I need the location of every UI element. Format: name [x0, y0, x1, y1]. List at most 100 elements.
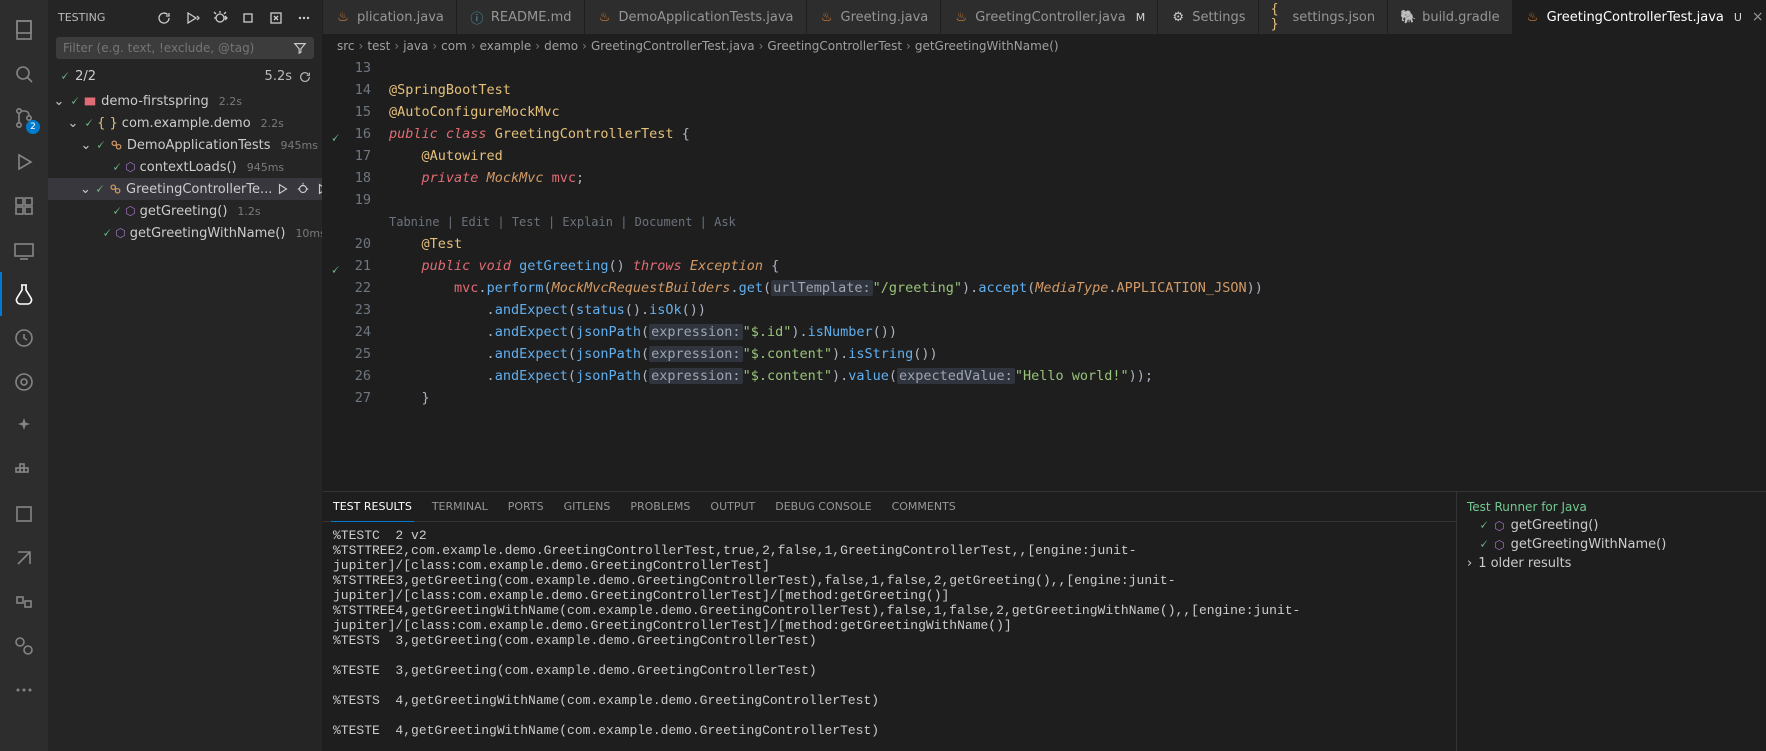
activity-scm-icon[interactable]: 2: [0, 96, 48, 140]
code-line[interactable]: private MockMvc mvc;: [389, 167, 1766, 189]
twistie-icon[interactable]: ⌄: [66, 116, 80, 131]
editor-tab[interactable]: ♨GreetingController.javaM: [941, 0, 1158, 34]
twistie-icon[interactable]: [94, 204, 108, 219]
breadcrumb-item[interactable]: com: [441, 39, 467, 53]
breadcrumb-item[interactable]: GreetingControllerTest: [767, 39, 902, 53]
test-filter[interactable]: [56, 37, 314, 59]
editor-tabs[interactable]: ♨plication.javaⓘREADME.md♨DemoApplicatio…: [323, 0, 1766, 35]
panel-tab[interactable]: TERMINAL: [430, 492, 490, 522]
breadcrumb-item[interactable]: src: [337, 39, 355, 53]
code-line[interactable]: public void getGreeting() throws Excepti…: [389, 255, 1766, 277]
editor-tab[interactable]: ♨GreetingControllerTest.javaU×: [1513, 0, 1766, 34]
code-editor[interactable]: 🗸🗸 13141516171819 2021222324252627 @Spri…: [323, 57, 1766, 491]
panel-tab[interactable]: PORTS: [506, 492, 546, 522]
filter-icon[interactable]: [287, 41, 313, 55]
refresh-icon[interactable]: [156, 10, 172, 26]
twistie-icon[interactable]: ⌄: [80, 138, 92, 153]
activity-docker-icon[interactable]: [0, 448, 48, 492]
older-results-label[interactable]: 1 older results: [1478, 556, 1571, 571]
test-tree-item[interactable]: ⌄🗸{ }com.example.demo2.2s: [48, 112, 322, 134]
activity-other-icon[interactable]: [0, 316, 48, 360]
panel-tab[interactable]: GITLENS: [562, 492, 613, 522]
more-icon[interactable]: [296, 10, 312, 26]
activity-extensions-icon[interactable]: [0, 184, 48, 228]
panel-tab[interactable]: OUTPUT: [708, 492, 757, 522]
twistie-icon[interactable]: ⌄: [80, 182, 91, 197]
activity-explorer-icon[interactable]: [0, 8, 48, 52]
codelens[interactable]: Tabnine | Edit | Test | Explain | Docume…: [389, 211, 1766, 233]
gutter-pass-icon[interactable]: 🗸: [330, 131, 339, 146]
code-line[interactable]: mvc.perform(MockMvcRequestBuilders.get(u…: [389, 277, 1766, 299]
editor-tab[interactable]: ⓘREADME.md: [457, 0, 585, 34]
rerun-icon[interactable]: [298, 70, 312, 84]
tree-item-time: 1.2s: [237, 205, 260, 218]
code-line[interactable]: [389, 189, 1766, 211]
twistie-icon[interactable]: [94, 160, 108, 175]
breadcrumb-item[interactable]: getGreetingWithName(): [915, 39, 1059, 53]
panel-tab[interactable]: COMMENTS: [890, 492, 958, 522]
panel-tabs[interactable]: TEST RESULTS TERMINAL PORTS GITLENS PROBLEMS…: [323, 492, 1456, 522]
activity-sparkle-icon[interactable]: [0, 404, 48, 448]
debug-icon[interactable]: [296, 182, 310, 196]
breadcrumb-item[interactable]: example: [480, 39, 532, 53]
activity-run-icon[interactable]: [0, 140, 48, 184]
close-icon[interactable]: ×: [1752, 9, 1764, 25]
runner-item-label[interactable]: getGreeting(): [1511, 518, 1599, 533]
editor-tab[interactable]: 🐘build.gradle: [1388, 0, 1513, 34]
stop-icon[interactable]: [240, 10, 256, 26]
test-results-output[interactable]: %TESTC 2 v2 %TSTTREE2,com.example.demo.G…: [323, 522, 1456, 751]
activity-search-icon[interactable]: [0, 52, 48, 96]
breadcrumb-item[interactable]: java: [403, 39, 428, 53]
activity-more-icon[interactable]: [0, 668, 48, 712]
twistie-icon[interactable]: [94, 226, 98, 241]
clear-icon[interactable]: [268, 10, 284, 26]
test-tree-item[interactable]: 🗸⬡contextLoads()945ms: [48, 156, 322, 178]
test-tree-item[interactable]: 🗸⬡getGreeting()1.2s: [48, 200, 322, 222]
test-tree-item[interactable]: ⌄🗸GreetingControllerTe...: [48, 178, 322, 200]
code-line[interactable]: @SpringBootTest: [389, 79, 1766, 101]
activity-other2-icon[interactable]: [0, 360, 48, 404]
test-tree-item[interactable]: ⌄🗸demo-firstspring2.2s: [48, 90, 322, 112]
code-line[interactable]: [389, 57, 1766, 79]
code-line[interactable]: .andExpect(jsonPath(expression:"$.id").i…: [389, 321, 1766, 343]
run-icon[interactable]: [276, 182, 290, 196]
gutter-pass-icon[interactable]: 🗸: [330, 263, 339, 278]
panel-tab[interactable]: PROBLEMS: [628, 492, 692, 522]
code-line[interactable]: }: [389, 387, 1766, 409]
code-line[interactable]: @AutoConfigureMockMvc: [389, 101, 1766, 123]
panel-tab[interactable]: DEBUG CONSOLE: [773, 492, 873, 522]
editor-tab[interactable]: ♨DemoApplicationTests.java: [585, 0, 807, 34]
activity-testing-icon[interactable]: [0, 272, 48, 316]
debug-tests-icon[interactable]: [212, 10, 228, 26]
test-filter-input[interactable]: [57, 38, 287, 58]
coverage-icon[interactable]: [316, 182, 322, 196]
breadcrumb-item[interactable]: demo: [544, 39, 578, 53]
chevron-right-icon[interactable]: ›: [1467, 556, 1472, 571]
twistie-icon[interactable]: ⌄: [52, 94, 66, 109]
run-tests-icon[interactable]: [184, 10, 200, 26]
editor-tab[interactable]: ⚙Settings: [1158, 0, 1258, 34]
activity-other4-icon[interactable]: [0, 536, 48, 580]
kind-icon: [109, 138, 123, 152]
editor-tab[interactable]: ♨plication.java: [323, 0, 457, 34]
code-line[interactable]: .andExpect(jsonPath(expression:"$.conten…: [389, 365, 1766, 387]
breadcrumbs[interactable]: src›test›java›com›example›demo›GreetingC…: [323, 35, 1766, 57]
activity-other5-icon[interactable]: [0, 580, 48, 624]
runner-item-label[interactable]: getGreetingWithName(): [1511, 537, 1667, 552]
breadcrumb-item[interactable]: test: [367, 39, 390, 53]
test-tree-item[interactable]: 🗸⬡getGreetingWithName()10ms: [48, 222, 322, 244]
panel-tab[interactable]: TEST RESULTS: [331, 492, 414, 522]
activity-other6-icon[interactable]: [0, 624, 48, 668]
code-line[interactable]: @Autowired: [389, 145, 1766, 167]
activity-other3-icon[interactable]: [0, 492, 48, 536]
code-line[interactable]: public class GreetingControllerTest {: [389, 123, 1766, 145]
activity-remote-icon[interactable]: [0, 228, 48, 272]
code-line[interactable]: .andExpect(status().isOk()): [389, 299, 1766, 321]
code-line[interactable]: @Test: [389, 233, 1766, 255]
test-tree-item[interactable]: ⌄🗸DemoApplicationTests945ms: [48, 134, 322, 156]
test-tree[interactable]: ⌄🗸demo-firstspring2.2s⌄🗸{ }com.example.d…: [48, 90, 322, 244]
breadcrumb-item[interactable]: GreetingControllerTest.java: [591, 39, 755, 53]
editor-tab[interactable]: { }settings.json: [1259, 0, 1389, 34]
code-line[interactable]: .andExpect(jsonPath(expression:"$.conten…: [389, 343, 1766, 365]
editor-tab[interactable]: ♨Greeting.java: [807, 0, 942, 34]
